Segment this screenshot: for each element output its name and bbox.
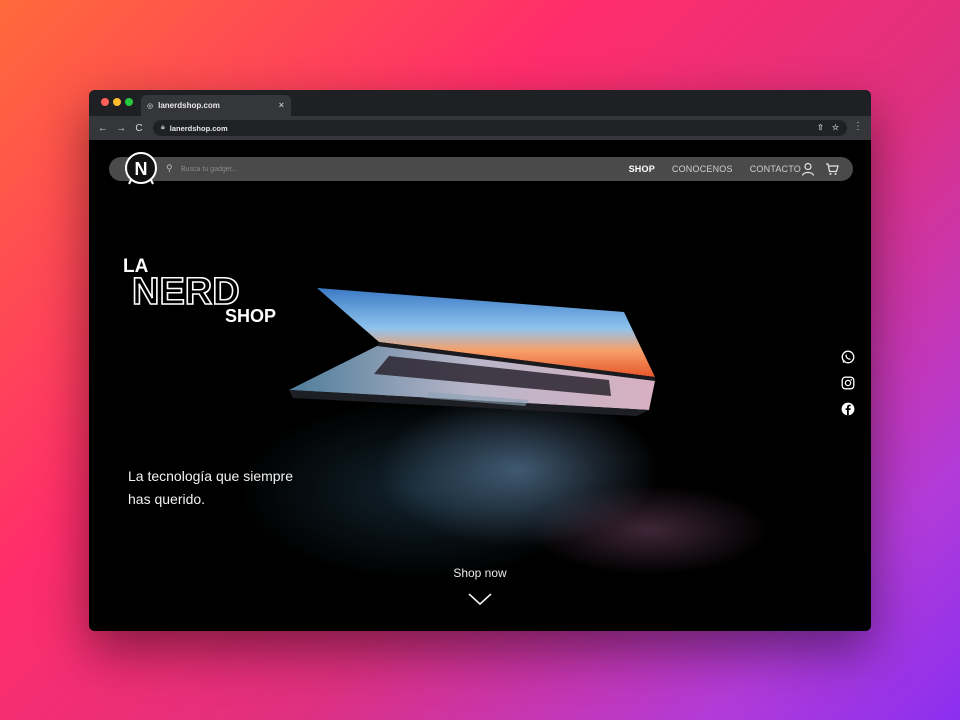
- browser-window: ◎ lanerdshop.com × ← → C 🔒︎ lanerdshop.c…: [89, 90, 871, 631]
- instagram-icon[interactable]: [841, 376, 855, 390]
- tab-title: lanerdshop.com: [158, 101, 220, 110]
- whatsapp-icon[interactable]: [841, 350, 855, 364]
- facebook-icon[interactable]: [841, 402, 855, 416]
- user-account-icon[interactable]: [801, 162, 815, 176]
- brand-shop: SHOP: [225, 306, 276, 326]
- lock-icon: 🔒︎: [161, 124, 165, 131]
- hero-laptop-image: [289, 288, 655, 416]
- page-viewport: N ⚲ SHOP CONOCENOS CONTACTO LA NERD: [89, 140, 871, 631]
- shop-now-link[interactable]: Shop now: [430, 566, 530, 580]
- cart-icon[interactable]: [825, 162, 839, 176]
- site-header: N ⚲ SHOP CONOCENOS CONTACTO: [109, 152, 853, 185]
- close-window-button[interactable]: [101, 98, 109, 106]
- browser-tab[interactable]: ◎ lanerdshop.com ×: [141, 95, 291, 116]
- address-bar[interactable]: 🔒︎ lanerdshop.com ⇧ ☆: [153, 120, 847, 136]
- logo-letter: N: [135, 159, 148, 179]
- hero-tagline: La tecnología que siempre has querido.: [128, 465, 328, 511]
- tab-close-icon[interactable]: ×: [279, 100, 284, 110]
- share-icon[interactable]: ⇧: [817, 123, 824, 132]
- maximize-window-button[interactable]: [125, 98, 133, 106]
- browser-titlebar: ◎ lanerdshop.com ×: [89, 90, 871, 116]
- search-input[interactable]: [181, 161, 381, 177]
- reload-button[interactable]: C: [130, 123, 148, 134]
- brand-wordmark: LA NERD SHOP: [123, 256, 276, 326]
- la-nerd-shop-logo[interactable]: N: [123, 150, 159, 188]
- nav-link-conocenos[interactable]: CONOCENOS: [672, 164, 733, 174]
- main-nav: SHOP CONOCENOS CONTACTO: [629, 157, 801, 181]
- social-links: [841, 350, 857, 428]
- search-icon: ⚲: [166, 163, 173, 173]
- chevron-down-icon[interactable]: [467, 592, 493, 606]
- forward-button[interactable]: →: [112, 123, 130, 134]
- nav-link-shop[interactable]: SHOP: [629, 164, 655, 174]
- brand-nerd: NERD: [132, 271, 240, 313]
- browser-toolbar: ← → C 🔒︎ lanerdshop.com ⇧ ☆ ⋮: [89, 116, 871, 140]
- nav-link-contacto[interactable]: CONTACTO: [750, 164, 801, 174]
- tagline-line-1: La tecnología que siempre: [128, 468, 293, 484]
- bookmark-star-icon[interactable]: ☆: [832, 123, 839, 132]
- browser-menu-icon[interactable]: ⋮: [853, 121, 863, 132]
- address-url: lanerdshop.com: [169, 123, 228, 133]
- back-button[interactable]: ←: [94, 123, 112, 134]
- tagline-line-2: has querido.: [128, 491, 206, 507]
- minimize-window-button[interactable]: [113, 98, 121, 106]
- globe-icon: ◎: [147, 102, 154, 110]
